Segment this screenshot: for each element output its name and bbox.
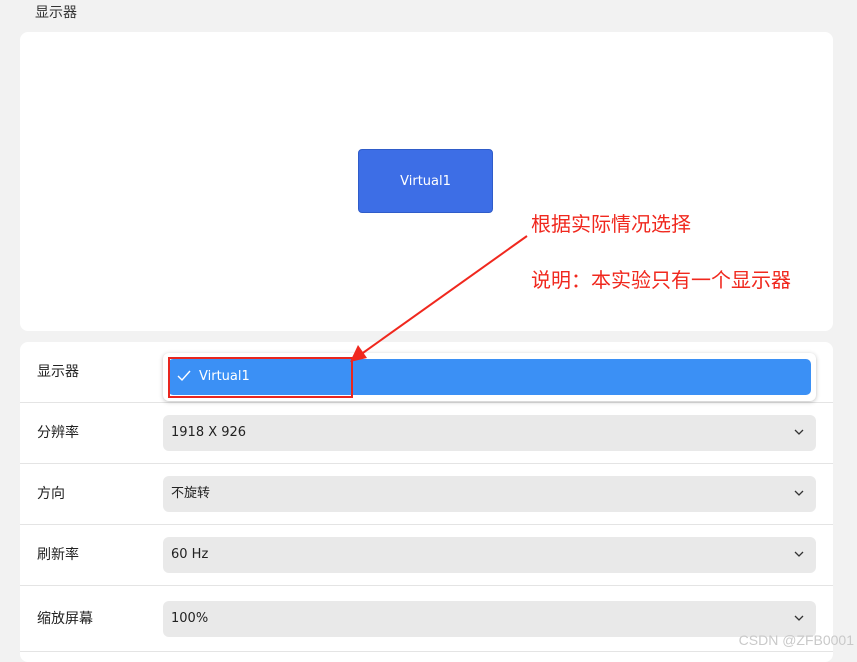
watermark: CSDN @ZFB0001 (738, 632, 854, 648)
annotation-text-line1: 根据实际情况选择 (531, 212, 691, 236)
annotation-arrow (350, 235, 528, 362)
annotation-text-line2: 说明：本实验只有一个显示器 (531, 268, 791, 292)
